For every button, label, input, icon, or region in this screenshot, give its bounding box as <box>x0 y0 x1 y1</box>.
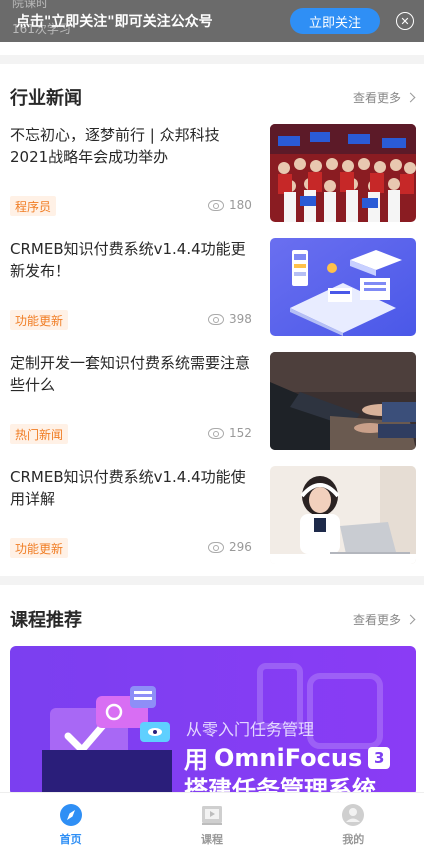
follow-prompt-text: 点击"立即关注"即可关注公众号 <box>16 14 213 30</box>
news-section-title: 行业新闻 <box>10 88 82 109</box>
tab-profile-label: 我的 <box>342 833 365 846</box>
view-count-value: 152 <box>229 426 252 440</box>
user-icon <box>342 804 365 826</box>
news-item-tag: 功能更新 <box>10 538 69 558</box>
news-thumbnail-student <box>270 466 416 564</box>
news-more-label: 查看更多 <box>352 90 401 105</box>
course-banner[interactable]: 从零入门任务管理 用 OmniFocus 3 搭建任务管理系统 <box>10 646 416 796</box>
eye-icon <box>208 541 224 553</box>
tab-home-label: 首页 <box>59 833 82 846</box>
eye-icon <box>208 199 224 211</box>
course-banner-brand: OmniFocus <box>214 743 363 772</box>
news-item[interactable]: CRMEB知识付费系统v1.4.4功能更新发布！ 功能更新 398 <box>10 238 416 336</box>
news-thumbnail-laptop <box>270 352 416 450</box>
course-section-title: 课程推荐 <box>10 610 82 631</box>
news-item-tag: 程序员 <box>10 196 57 216</box>
news-item-tag: 功能更新 <box>10 310 69 330</box>
follow-banner: 院课时 161次学习 点击"立即关注"即可关注公众号 立即关注 ✕ <box>0 0 424 42</box>
eye-icon <box>208 427 224 439</box>
news-item-title: CRMEB知识付费系统v1.4.4功能更新发布！ <box>10 240 246 280</box>
tab-profile[interactable]: 我的 <box>283 793 424 857</box>
tab-courses[interactable]: 课程 <box>141 793 282 857</box>
course-banner-line1: 从零入门任务管理 <box>186 720 315 739</box>
course-banner-badge: 3 <box>368 746 391 769</box>
view-count-value: 296 <box>229 540 252 554</box>
view-count: 180 <box>208 198 252 212</box>
follow-button[interactable]: 立即关注 <box>290 8 380 34</box>
news-item[interactable]: 不忘初心，逐梦前行 | 众邦科技2021战略年会成功举办 程序员 180 <box>10 124 416 222</box>
news-item-title: 定制开发一套知识付费系统需要注意些什么 <box>10 354 251 394</box>
news-item[interactable]: 定制开发一套知识付费系统需要注意些什么 热门新闻 152 <box>10 352 416 450</box>
bottom-tab-bar: 首页 课程 我的 <box>0 792 424 857</box>
news-more-link[interactable]: 查看更多 <box>352 89 416 106</box>
tab-home[interactable]: 首页 <box>0 793 141 857</box>
chevron-right-icon <box>405 92 416 102</box>
view-count: 152 <box>208 426 252 440</box>
news-item-title: CRMEB知识付费系统v1.4.4功能使用详解 <box>10 468 246 508</box>
close-icon[interactable]: ✕ <box>396 12 414 30</box>
news-section-header: 行业新闻 查看更多 <box>10 84 416 110</box>
section-divider <box>0 576 424 585</box>
ghost-course-label: 院课时 <box>12 0 49 10</box>
compass-icon <box>59 804 82 826</box>
news-item-title: 不忘初心，逐梦前行 | 众邦科技2021战略年会成功举办 <box>10 126 220 166</box>
course-more-link[interactable]: 查看更多 <box>352 611 416 628</box>
news-item[interactable]: CRMEB知识付费系统v1.4.4功能使用详解 功能更新 296 <box>10 466 416 564</box>
section-divider <box>0 55 424 64</box>
view-count-value: 180 <box>229 198 252 212</box>
tab-courses-label: 课程 <box>200 833 223 846</box>
course-section-header: 课程推荐 查看更多 <box>10 606 416 632</box>
view-count-value: 398 <box>229 312 252 326</box>
video-icon <box>201 806 222 825</box>
news-item-tag: 热门新闻 <box>10 424 69 444</box>
course-more-label: 查看更多 <box>352 612 401 627</box>
view-count: 398 <box>208 312 252 326</box>
news-thumbnail-group-photo <box>270 124 416 222</box>
chevron-right-icon <box>405 614 416 624</box>
news-thumbnail-isometric <box>270 238 416 336</box>
view-count: 296 <box>208 540 252 554</box>
eye-icon <box>208 313 224 325</box>
